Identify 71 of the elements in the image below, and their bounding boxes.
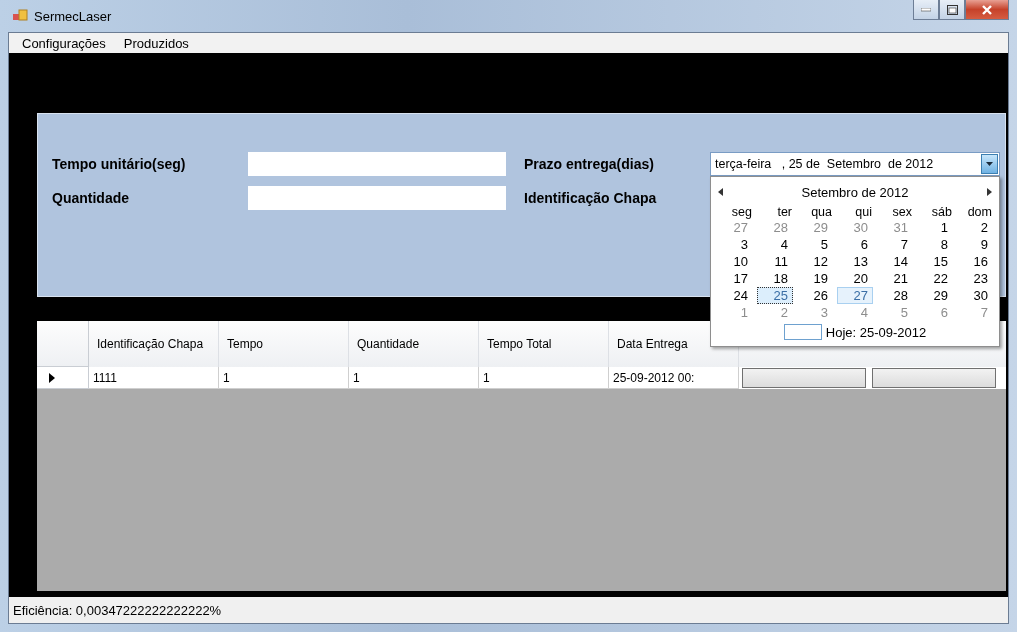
calendar-day[interactable]: 22 — [917, 270, 953, 287]
table-cell: 1 — [479, 367, 609, 389]
field-label: Quantidade — [52, 190, 130, 206]
month-title[interactable]: Setembro de 2012 — [801, 184, 909, 200]
calendar-day[interactable]: 1 — [917, 219, 953, 236]
calendar-day[interactable]: 6 — [837, 236, 873, 253]
status-text: Eficiência: 0,00347222222222222% — [13, 602, 222, 618]
weekday-label: seg — [730, 205, 753, 219]
field-label: Identificação Chapa — [524, 190, 658, 206]
grid-button[interactable] — [742, 368, 866, 388]
previous-month-icon[interactable] — [717, 187, 725, 197]
weekday-label: sáb — [930, 205, 953, 219]
weekday-label: dom — [966, 205, 993, 219]
date-picker[interactable]: terça-feira , 25 de Setembro de 2012 — [710, 152, 1000, 176]
calendar-day[interactable]: 20 — [837, 270, 873, 287]
calendar-day[interactable]: 21 — [877, 270, 913, 287]
calendar-day[interactable]: 26 — [797, 287, 833, 304]
calendar-day[interactable]: 3 — [717, 236, 753, 253]
next-month-icon[interactable] — [985, 187, 993, 197]
calendar-day[interactable]: 11 — [757, 253, 793, 270]
calendar-day[interactable]: 14 — [877, 253, 913, 270]
field-label: Prazo entrega(dias) — [524, 156, 655, 172]
menu-item[interactable]: Configurações — [15, 35, 113, 51]
calendar-day[interactable]: 13 — [837, 253, 873, 270]
calendar-day[interactable]: 18 — [757, 270, 793, 287]
table-cell: 1 — [349, 367, 479, 389]
menu-item[interactable]: Produzidos — [116, 35, 196, 51]
calendar-day[interactable]: 10 — [717, 253, 753, 270]
today-link[interactable]: Hoje: 25-09-2012 — [825, 324, 927, 340]
input-field[interactable] — [248, 152, 506, 176]
calendar-day[interactable]: 25 — [757, 287, 793, 304]
calendar-day[interactable]: 23 — [957, 270, 993, 287]
calendar-day[interactable]: 7 — [877, 236, 913, 253]
weekday-label: qui — [854, 205, 873, 219]
calendar-day[interactable]: 15 — [917, 253, 953, 270]
field-label: Tempo unitário(seg) — [52, 156, 187, 172]
weekday-label: qua — [810, 205, 833, 219]
grid-button[interactable] — [872, 368, 996, 388]
app-icon — [12, 8, 28, 24]
calendar-day[interactable]: 5 — [797, 236, 833, 253]
row-header[interactable] — [37, 367, 89, 389]
minimize-icon — [921, 7, 931, 12]
window-title: SermecLaser — [34, 8, 112, 24]
calendar-day[interactable]: 29 — [917, 287, 953, 304]
weekday-label: ter — [776, 205, 793, 219]
input-field[interactable] — [248, 186, 506, 210]
caret-icon — [986, 162, 993, 166]
calendar-day[interactable]: 19 — [797, 270, 833, 287]
calendar-day[interactable]: 9 — [957, 236, 993, 253]
weekday-label: sex — [891, 205, 913, 219]
dropdown-button[interactable] — [981, 154, 998, 174]
calendar-day[interactable]: 28 — [877, 287, 913, 304]
calendar-day[interactable]: 17 — [717, 270, 753, 287]
calendar-day[interactable]: 30 — [837, 219, 873, 236]
calendar-day[interactable]: 2 — [957, 219, 993, 236]
close-button[interactable] — [965, 0, 1009, 20]
calendar-day[interactable]: 4 — [757, 236, 793, 253]
calendar-day[interactable]: 30 — [957, 287, 993, 304]
maximize-button[interactable] — [939, 0, 965, 20]
table-cell: 1 — [219, 367, 349, 389]
calendar-day[interactable]: 24 — [717, 287, 753, 304]
maximize-icon — [946, 4, 958, 15]
calendar-day[interactable]: 29 — [797, 219, 833, 236]
calendar-day[interactable]: 12 — [797, 253, 833, 270]
close-icon — [981, 4, 993, 15]
calendar-day[interactable]: 27 — [837, 287, 873, 304]
calendar-day[interactable]: 16 — [957, 253, 993, 270]
today-marker-icon — [783, 324, 822, 340]
minimize-button[interactable] — [913, 0, 939, 20]
table-cell: 1111 — [89, 367, 219, 389]
calendar-day[interactable]: 8 — [917, 236, 953, 253]
